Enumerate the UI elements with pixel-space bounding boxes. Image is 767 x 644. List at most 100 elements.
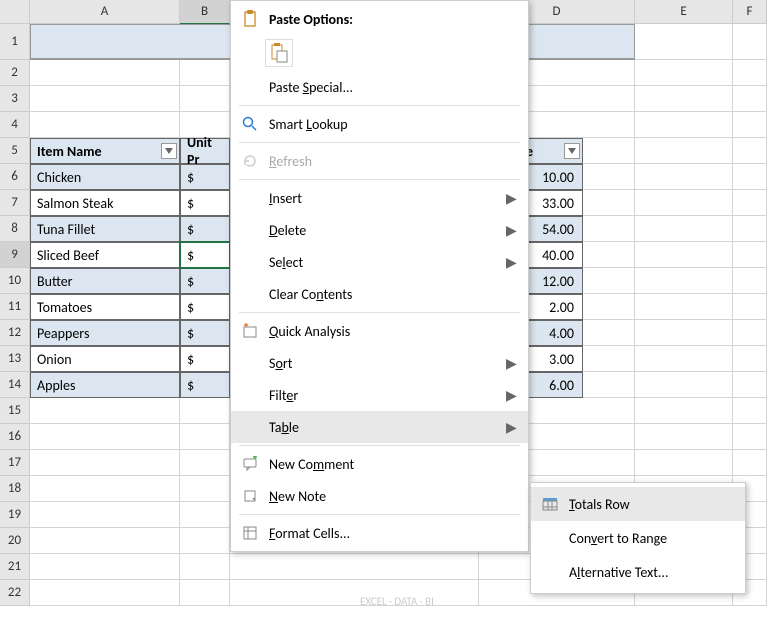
row-header[interactable]: 12 — [0, 320, 30, 346]
context-menu: Paste Options: Paste Special... Smart Lo… — [230, 0, 529, 552]
table-cell[interactable]: Onion — [30, 346, 180, 372]
row-header[interactable]: 16 — [0, 424, 30, 450]
row-header[interactable]: 15 — [0, 398, 30, 424]
cell[interactable] — [635, 24, 733, 60]
menu-insert[interactable]: Insert▶ — [231, 182, 528, 214]
submenu-totals-row[interactable]: Totals Row — [531, 487, 745, 521]
cell[interactable] — [733, 86, 767, 112]
cell[interactable] — [583, 138, 635, 164]
menu-label: Clear Contents — [263, 286, 518, 303]
table-cell[interactable]: Peappers — [30, 320, 180, 346]
table-cell[interactable]: $ — [180, 346, 230, 372]
paste-options-row — [231, 35, 528, 71]
row-header[interactable]: 20 — [0, 528, 30, 554]
table-cell[interactable]: Butter — [30, 268, 180, 294]
menu-label: Format Cells... — [263, 525, 518, 542]
menu-table[interactable]: Table▶ — [231, 411, 528, 443]
table-cell[interactable]: $ — [180, 294, 230, 320]
table-cell[interactable]: $ — [180, 320, 230, 346]
select-all-corner[interactable] — [0, 0, 30, 24]
filter-dropdown[interactable] — [564, 143, 580, 159]
note-icon — [237, 488, 263, 504]
menu-sort[interactable]: Sort▶ — [231, 347, 528, 379]
row-header[interactable]: 19 — [0, 502, 30, 528]
row-header[interactable]: 8 — [0, 216, 30, 242]
table-cell[interactable]: Apples — [30, 372, 180, 398]
menu-delete[interactable]: Delete▶ — [231, 214, 528, 246]
table-header-unit[interactable]: Unit Pr — [180, 138, 230, 164]
row-header[interactable]: 10 — [0, 268, 30, 294]
menu-label: Table — [263, 419, 506, 436]
filter-dropdown[interactable] — [161, 143, 177, 159]
row-header[interactable]: 5 — [0, 138, 30, 164]
menu-smart-lookup[interactable]: Smart Lookup — [231, 108, 528, 140]
cell[interactable] — [733, 24, 767, 60]
table-cell[interactable]: $ — [180, 216, 230, 242]
separator — [239, 142, 520, 143]
cell[interactable] — [30, 398, 180, 424]
table-cell[interactable]: Chicken — [30, 164, 180, 190]
cell[interactable] — [635, 86, 733, 112]
menu-label: Refresh — [263, 153, 518, 170]
row-header[interactable]: 7 — [0, 190, 30, 216]
format-icon — [237, 525, 263, 541]
cell[interactable] — [733, 138, 767, 164]
active-cell[interactable]: $ — [180, 242, 230, 268]
column-header[interactable]: B — [180, 0, 230, 24]
row-header[interactable]: 13 — [0, 346, 30, 372]
table-cell[interactable]: $ — [180, 164, 230, 190]
separator — [239, 105, 520, 106]
row-header[interactable]: 3 — [0, 86, 30, 112]
table-cell[interactable]: Sliced Beef — [30, 242, 180, 268]
menu-new-comment[interactable]: New Comment — [231, 448, 528, 480]
cell[interactable] — [180, 86, 230, 112]
row-header[interactable]: 14 — [0, 372, 30, 398]
row-header[interactable]: 21 — [0, 554, 30, 580]
menu-filter[interactable]: Filter▶ — [231, 379, 528, 411]
row-header[interactable]: 6 — [0, 164, 30, 190]
paste-option-default[interactable] — [265, 39, 293, 67]
menu-paste-special[interactable]: Paste Special... — [231, 71, 528, 103]
column-header[interactable]: E — [635, 0, 733, 24]
row-headers: 1 2 3 4 5 6 7 8 9 10 11 12 13 14 15 16 1… — [0, 0, 30, 606]
menu-label: Paste Special... — [263, 79, 518, 96]
separator — [239, 514, 520, 515]
separator — [239, 445, 520, 446]
cell[interactable] — [635, 60, 733, 86]
row-header[interactable]: 18 — [0, 476, 30, 502]
column-header[interactable]: A — [30, 0, 180, 24]
menu-label: Delete — [263, 222, 506, 239]
table-cell[interactable]: $ — [180, 268, 230, 294]
cell[interactable] — [635, 112, 733, 138]
row-header[interactable]: 1 — [0, 24, 30, 60]
cell[interactable] — [733, 112, 767, 138]
menu-clear-contents[interactable]: Clear Contents — [231, 278, 528, 310]
menu-quick-analysis[interactable]: Quick Analysis — [231, 315, 528, 347]
table-header-item[interactable]: Item Name — [30, 138, 180, 164]
menu-select[interactable]: Select▶ — [231, 246, 528, 278]
submenu-convert-range[interactable]: Convert to Range — [531, 521, 745, 555]
row-header[interactable]: 2 — [0, 60, 30, 86]
table-cell[interactable]: Tuna Fillet — [30, 216, 180, 242]
table-cell[interactable]: Salmon Steak — [30, 190, 180, 216]
row-header[interactable]: 17 — [0, 450, 30, 476]
row-header[interactable]: 4 — [0, 112, 30, 138]
menu-label: Quick Analysis — [263, 323, 518, 340]
cell[interactable] — [733, 60, 767, 86]
row-header[interactable]: 9 — [0, 242, 30, 268]
cell[interactable] — [30, 112, 180, 138]
cell[interactable] — [635, 138, 733, 164]
menu-format-cells[interactable]: Format Cells... — [231, 517, 528, 549]
menu-new-note[interactable]: New Note — [231, 480, 528, 512]
row-header[interactable]: 22 — [0, 580, 30, 606]
cell[interactable] — [30, 60, 180, 86]
totals-icon — [537, 496, 563, 512]
submenu-alt-text[interactable]: Alternative Text... — [531, 555, 745, 589]
table-cell[interactable]: Tomatoes — [30, 294, 180, 320]
cell[interactable] — [180, 60, 230, 86]
table-cell[interactable]: $ — [180, 190, 230, 216]
column-header[interactable]: F — [733, 0, 767, 24]
table-cell[interactable]: $ — [180, 372, 230, 398]
cell[interactable] — [30, 86, 180, 112]
row-header[interactable]: 11 — [0, 294, 30, 320]
